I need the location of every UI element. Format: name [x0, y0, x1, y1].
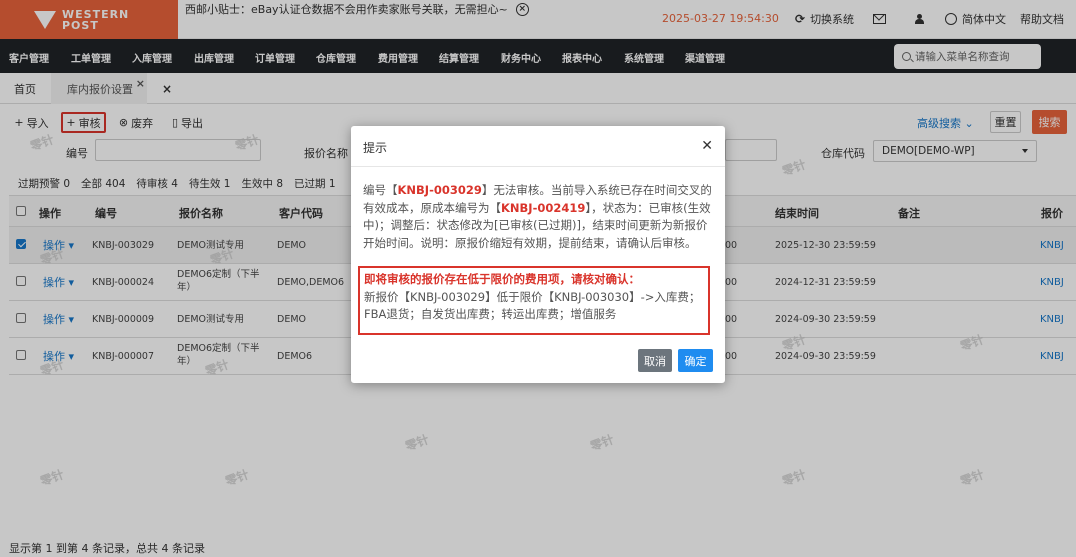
dialog-header: 提示 ✕	[351, 126, 725, 167]
dialog-title: 提示	[363, 141, 388, 155]
original-quote-code: KNBJ-002419	[501, 200, 586, 215]
cancel-button[interactable]: 取消	[638, 349, 672, 372]
close-icon[interactable]: ✕	[701, 138, 713, 154]
quote-code: KNBJ-003029	[397, 183, 482, 197]
warning-title: 即将审核的报价存在低于限价的费用项，请核对确认：	[364, 272, 640, 286]
confirm-button[interactable]: 确定	[678, 349, 713, 372]
confirm-dialog: 提示 ✕ 编号【KNBJ-003029】无法审核。当前导入系统已存在时间交叉的有…	[351, 126, 725, 383]
dialog-message: 编号【KNBJ-003029】无法审核。当前导入系统已存在时间交叉的有效成本，原…	[363, 183, 712, 250]
warning-text: 新报价【KNBJ-003029】低于限价【KNBJ-003030】->入库费；F…	[364, 289, 701, 322]
price-warning-box: 即将审核的报价存在低于限价的费用项，请核对确认： 新报价【KNBJ-003029…	[358, 266, 710, 335]
